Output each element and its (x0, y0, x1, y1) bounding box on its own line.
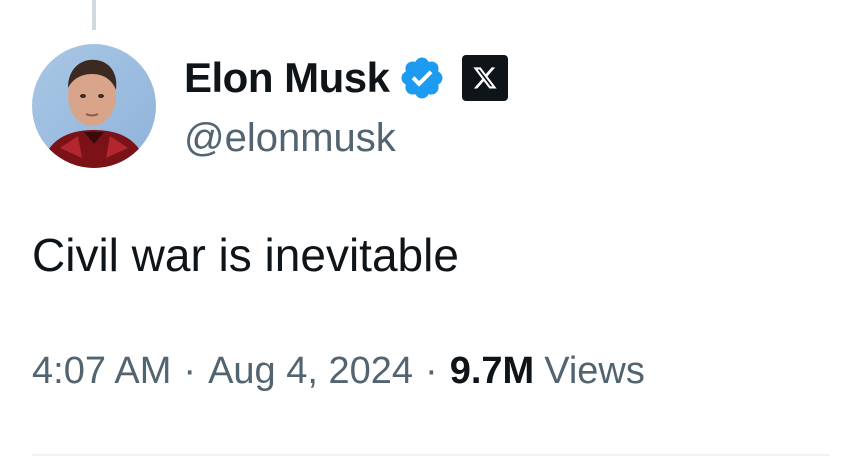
author-display-name[interactable]: Elon Musk (184, 57, 390, 99)
tweet-date[interactable]: Aug 4, 2024 (208, 352, 413, 390)
thread-connector-line (92, 0, 96, 30)
tweet-time[interactable]: 4:07 AM (32, 352, 171, 390)
views-count[interactable]: 9.7M (450, 352, 534, 390)
verified-badge-icon[interactable] (398, 54, 446, 102)
divider (32, 454, 830, 456)
meta-separator: · (425, 350, 438, 392)
author-handle[interactable]: @elonmusk (184, 118, 396, 158)
author-name-row: Elon Musk (184, 50, 508, 106)
x-logo-icon[interactable] (461, 55, 508, 101)
meta-separator: · (183, 350, 197, 392)
avatar-image (32, 44, 156, 168)
tweet-text: Civil war is inevitable (32, 229, 459, 281)
avatar[interactable] (32, 44, 156, 168)
views-label: Views (544, 350, 645, 392)
tweet-metadata: 4:07 AM · Aug 4, 2024 · 9.7M Views (32, 352, 645, 390)
